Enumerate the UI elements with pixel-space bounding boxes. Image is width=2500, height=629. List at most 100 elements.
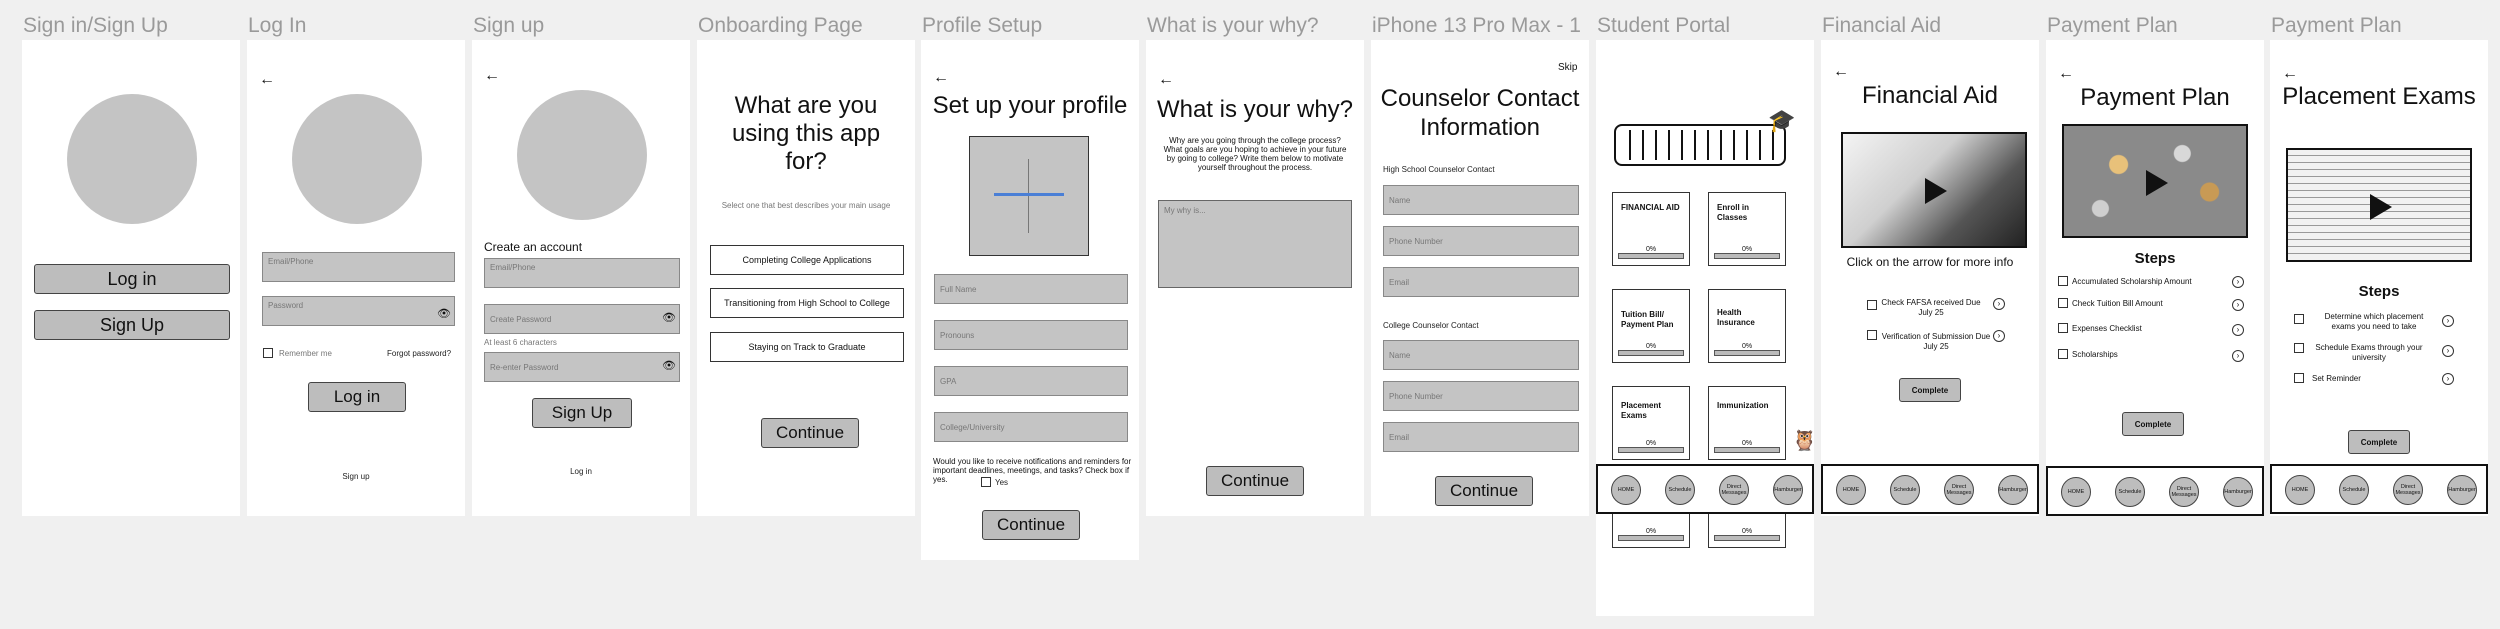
- signup-submit-button[interactable]: Sign Up: [532, 398, 632, 428]
- step-determine-exams: Determine which placement exams you need…: [2324, 312, 2424, 331]
- arrow-right-circle-icon[interactable]: ›: [2232, 299, 2244, 311]
- eye-icon[interactable]: 👁: [662, 311, 676, 324]
- tile-financial-aid[interactable]: FINANCIAL AID 0%: [1612, 192, 1690, 266]
- password-field[interactable]: Password: [262, 296, 455, 326]
- forgot-password-link[interactable]: Forgot password?: [387, 349, 451, 358]
- option-college-applications[interactable]: Completing College Applications: [710, 245, 904, 275]
- continue-button[interactable]: Continue: [982, 510, 1080, 540]
- tile-extra-2[interactable]: 0%: [1708, 514, 1786, 548]
- nav-home-button[interactable]: HOME: [1836, 475, 1866, 505]
- continue-button[interactable]: Continue: [761, 418, 859, 448]
- scholarships-checkbox[interactable]: [2058, 349, 2068, 359]
- tile-tuition-bill[interactable]: Tuition Bill/ Payment Plan 0%: [1612, 289, 1690, 363]
- gpa-field[interactable]: GPA: [934, 366, 1128, 396]
- back-arrow-icon[interactable]: ←: [933, 70, 949, 86]
- hs-phone-field[interactable]: Phone Number: [1383, 226, 1579, 256]
- back-arrow-icon[interactable]: ←: [484, 68, 500, 84]
- college-field[interactable]: College/University: [934, 412, 1128, 442]
- nav-schedule-button[interactable]: Schedule: [2339, 475, 2369, 505]
- login-submit-button[interactable]: Log in: [308, 382, 406, 412]
- complete-button[interactable]: Complete: [2348, 430, 2410, 454]
- nav-hamburger-button[interactable]: Hamburger: [1998, 475, 2028, 505]
- reenter-password-field[interactable]: Re-enter Password: [484, 352, 680, 382]
- tile-placement-exams[interactable]: Placement Exams 0%: [1612, 386, 1690, 460]
- play-icon[interactable]: [1925, 178, 1947, 204]
- determine-exams-checkbox[interactable]: [2294, 314, 2304, 324]
- finaid-video[interactable]: [1841, 132, 2027, 248]
- play-icon[interactable]: [2146, 170, 2168, 196]
- login-link[interactable]: Log in: [472, 467, 690, 476]
- create-password-field[interactable]: Create Password: [484, 304, 680, 334]
- notify-checkbox[interactable]: [981, 477, 991, 487]
- arrow-right-circle-icon[interactable]: ›: [2442, 373, 2454, 385]
- fafsa-checkbox[interactable]: [1867, 300, 1877, 310]
- scholarship-checkbox[interactable]: [2058, 276, 2068, 286]
- college-phone-field[interactable]: Phone Number: [1383, 381, 1579, 411]
- arrow-right-circle-icon[interactable]: ›: [1993, 330, 2005, 342]
- nav-home-button[interactable]: HOME: [2285, 475, 2315, 505]
- email-field[interactable]: Email/Phone: [262, 252, 455, 282]
- tuition-checkbox[interactable]: [2058, 298, 2068, 308]
- expenses-checkbox[interactable]: [2058, 323, 2068, 333]
- arrow-right-circle-icon[interactable]: ›: [1993, 298, 2005, 310]
- tile-immunization[interactable]: Immunization 0%: [1708, 386, 1786, 460]
- email-field[interactable]: Email/Phone: [484, 258, 680, 288]
- verification-checkbox[interactable]: [1867, 330, 1877, 340]
- why-heading: What is your why?: [1156, 96, 1354, 123]
- tile-label: Immunization: [1717, 401, 1769, 410]
- pronouns-field[interactable]: Pronouns: [934, 320, 1128, 350]
- back-arrow-icon[interactable]: ←: [1158, 72, 1174, 88]
- nav-hamburger-button[interactable]: Hamburger: [2447, 475, 2477, 505]
- nav-schedule-button[interactable]: Schedule: [2115, 477, 2145, 507]
- continue-button[interactable]: Continue: [1435, 476, 1533, 506]
- arrow-right-circle-icon[interactable]: ›: [2232, 276, 2244, 288]
- hs-name-field[interactable]: Name: [1383, 185, 1579, 215]
- nav-messages-button[interactable]: Direct Messages: [1719, 475, 1749, 505]
- hs-email-field[interactable]: Email: [1383, 267, 1579, 297]
- remember-checkbox[interactable]: [263, 348, 273, 358]
- back-arrow-icon[interactable]: ←: [259, 72, 275, 88]
- eye-icon[interactable]: 👁: [662, 359, 676, 372]
- tile-health-insurance[interactable]: Health Insurance 0%: [1708, 289, 1786, 363]
- signup-link[interactable]: Sign up: [247, 472, 465, 481]
- nav-hamburger-button[interactable]: Hamburger: [1773, 475, 1803, 505]
- login-button[interactable]: Log in: [34, 264, 230, 294]
- complete-button[interactable]: Complete: [2122, 412, 2184, 436]
- back-arrow-icon[interactable]: ←: [2058, 66, 2074, 82]
- back-arrow-icon[interactable]: ←: [1833, 64, 1849, 80]
- back-arrow-icon[interactable]: ←: [2282, 66, 2298, 82]
- tile-extra-1[interactable]: 0%: [1612, 514, 1690, 548]
- nav-messages-button[interactable]: Direct Messages: [1944, 475, 1974, 505]
- play-icon[interactable]: [2370, 194, 2392, 220]
- nav-home-button[interactable]: HOME: [1611, 475, 1641, 505]
- tile-progress-bar: [1618, 447, 1684, 453]
- complete-button[interactable]: Complete: [1899, 378, 1961, 402]
- nav-messages-button[interactable]: Direct Messages: [2393, 475, 2423, 505]
- nav-home-button[interactable]: HOME: [2061, 477, 2091, 507]
- continue-button[interactable]: Continue: [1206, 466, 1304, 496]
- placement-video[interactable]: [2286, 148, 2472, 262]
- nav-messages-button[interactable]: Direct Messages: [2169, 477, 2199, 507]
- nav-schedule-button[interactable]: Schedule: [1665, 475, 1695, 505]
- set-reminder-checkbox[interactable]: [2294, 373, 2304, 383]
- college-name-field[interactable]: Name: [1383, 340, 1579, 370]
- college-email-field[interactable]: Email: [1383, 422, 1579, 452]
- signup-button[interactable]: Sign Up: [34, 310, 230, 340]
- skip-link[interactable]: Skip: [1558, 62, 1577, 73]
- arrow-right-circle-icon[interactable]: ›: [2442, 345, 2454, 357]
- full-name-field[interactable]: Full Name: [934, 274, 1128, 304]
- arrow-right-circle-icon[interactable]: ›: [2442, 315, 2454, 327]
- nav-schedule-button[interactable]: Schedule: [1890, 475, 1920, 505]
- option-graduate[interactable]: Staying on Track to Graduate: [710, 332, 904, 362]
- tile-enroll-classes[interactable]: Enroll in Classes 0%: [1708, 192, 1786, 266]
- nav-hamburger-button[interactable]: Hamburger: [2223, 477, 2253, 507]
- profile-photo-upload[interactable]: [969, 136, 1089, 256]
- arrow-right-circle-icon[interactable]: ›: [2232, 350, 2244, 362]
- eye-icon[interactable]: 👁: [437, 307, 451, 320]
- arrow-right-circle-icon[interactable]: ›: [2232, 324, 2244, 336]
- option-transitioning[interactable]: Transitioning from High School to Colleg…: [710, 288, 904, 318]
- step-tuition-bill: Check Tuition Bill Amount: [2072, 299, 2163, 308]
- schedule-exams-checkbox[interactable]: [2294, 343, 2304, 353]
- payment-video[interactable]: [2062, 124, 2248, 238]
- why-textarea[interactable]: My why is...: [1158, 200, 1352, 288]
